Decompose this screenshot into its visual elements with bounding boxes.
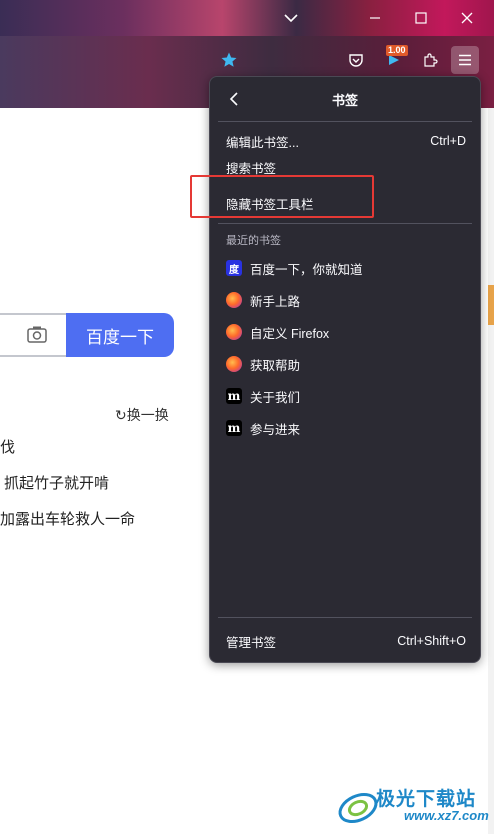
menu-item-label: 管理书签 [226, 635, 277, 650]
news-item[interactable]: 伐 [0, 436, 15, 457]
maximize-icon[interactable] [398, 0, 444, 36]
camera-icon[interactable] [26, 325, 48, 345]
bookmark-label: 参与进来 [250, 422, 301, 437]
firefox-icon [226, 356, 242, 372]
manage-bookmarks-item[interactable]: 管理书签 Ctrl+Shift+O [226, 627, 466, 655]
bookmark-item[interactable]: m 关于我们 [226, 382, 466, 410]
recent-bookmarks-heading: 最近的书签 [226, 235, 281, 247]
minimize-icon[interactable] [352, 0, 398, 36]
side-thumbnail [488, 285, 494, 325]
refresh-icon: ↻ [115, 407, 127, 423]
shortcut-label: Ctrl+Shift+O [397, 634, 466, 648]
chevron-down-icon[interactable] [268, 0, 314, 36]
bookmark-label: 关于我们 [250, 390, 301, 405]
bookmark-item[interactable]: 获取帮助 [226, 350, 466, 378]
bookmark-item[interactable]: 度 百度一下，你就知道 [226, 254, 466, 282]
bookmark-label: 自定义 Firefox [250, 326, 330, 341]
search-button[interactable]: 百度一下 [66, 313, 174, 357]
divider [218, 121, 472, 122]
watermark-url: www.xz7.com [404, 808, 489, 823]
close-icon[interactable] [444, 0, 490, 36]
bookmarks-panel: 书签 编辑此书签... Ctrl+D 搜索书签 隐藏书签工具栏 最近的书签 度 … [209, 76, 481, 663]
bookmark-item[interactable]: m 参与进来 [226, 414, 466, 442]
divider [218, 617, 472, 618]
extension-badge: 1.00 [386, 45, 408, 56]
refresh-label: 换一换 [126, 407, 169, 423]
bookmark-item[interactable]: 新手上路 [226, 286, 466, 314]
mozilla-icon: m [226, 420, 242, 436]
hamburger-menu-icon[interactable] [451, 46, 479, 74]
refresh-link[interactable]: ↻换一换 [115, 405, 169, 425]
menu-item-label: 编辑此书签... [226, 135, 299, 150]
highlight-box [190, 175, 374, 218]
shortcut-label: Ctrl+D [430, 134, 466, 148]
news-item[interactable]: 抓起竹子就开啃 [4, 472, 109, 493]
news-item[interactable]: 加露出车轮救人一命 [0, 508, 135, 529]
bookmark-star-icon[interactable] [215, 46, 243, 74]
firefox-icon [226, 292, 242, 308]
pocket-icon[interactable] [342, 46, 370, 74]
firefox-icon [226, 324, 242, 340]
scrollbar[interactable] [488, 108, 494, 834]
watermark-text: 极光下载站 [376, 789, 477, 810]
edit-bookmark-item[interactable]: 编辑此书签... Ctrl+D [226, 127, 466, 155]
bookmark-label: 获取帮助 [250, 358, 301, 373]
bookmark-label: 新手上路 [250, 294, 301, 309]
bookmark-item[interactable]: 自定义 Firefox [226, 318, 466, 346]
title-bar [0, 0, 494, 36]
panel-title: 书签 [331, 92, 358, 108]
mozilla-icon: m [226, 388, 242, 404]
baidu-icon: 度 [226, 260, 242, 276]
divider [218, 223, 472, 224]
bookmark-label: 百度一下，你就知道 [250, 262, 363, 277]
extensions-puzzle-icon[interactable] [416, 46, 444, 74]
